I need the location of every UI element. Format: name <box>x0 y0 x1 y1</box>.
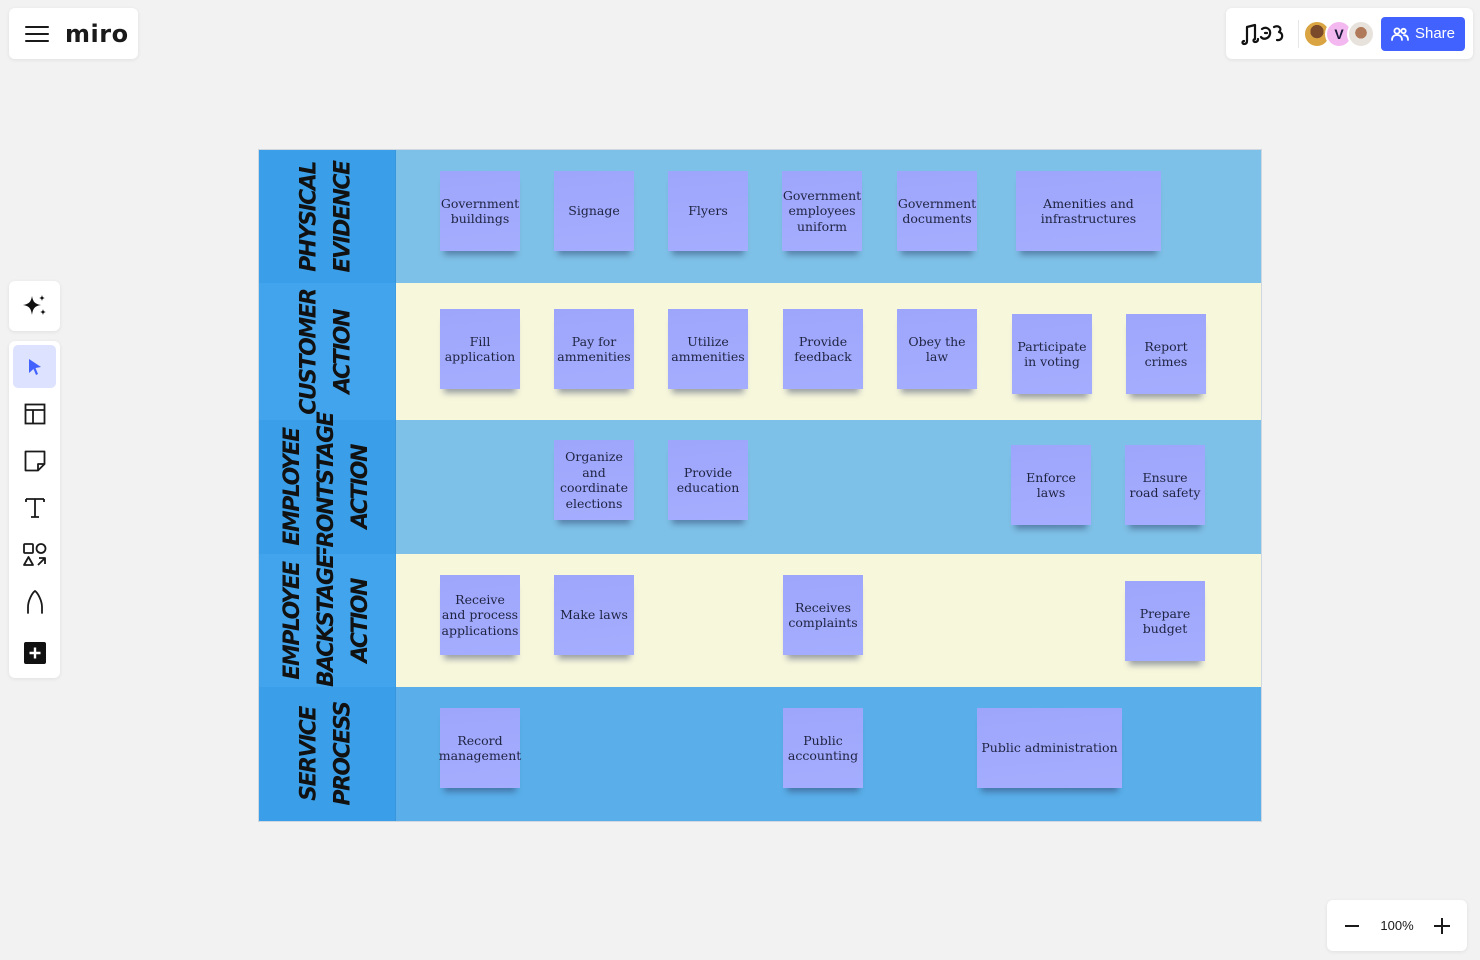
lane-title: EMPLOYEE BACKSTAGE ACTION <box>279 554 373 687</box>
lane-title: EMPLOYEE FRONTSTAGE ACTION <box>280 412 374 562</box>
sticky-note[interactable]: Amenities and infrastructures <box>1016 171 1161 251</box>
lane-body: Receive and process applications Make la… <box>396 554 1261 687</box>
lane-body: Government buildings Signage Flyers Gove… <box>396 150 1261 283</box>
ai-assist-button[interactable] <box>9 281 60 331</box>
sticky-note[interactable]: Utilize ammenities <box>668 309 748 389</box>
lane-employee-frontstage-action: EMPLOYEE FRONTSTAGE ACTION Organize and … <box>259 413 1261 561</box>
sticky-note[interactable]: Signage <box>554 171 634 251</box>
sparkle-icon <box>22 295 46 315</box>
more-tools-button[interactable] <box>13 631 56 674</box>
reactions-icon <box>1241 23 1284 45</box>
lane-customer-action: CUSTOMER ACTION Fill application Pay for… <box>259 283 1261 420</box>
select-tool[interactable] <box>13 345 56 388</box>
reactions-button[interactable] <box>1238 16 1290 52</box>
creation-toolbar <box>9 341 60 678</box>
share-button[interactable]: Share <box>1381 16 1465 51</box>
sticky-note-tool[interactable] <box>13 439 56 482</box>
collaborator-avatars[interactable]: V <box>1303 19 1375 48</box>
zoom-out-button[interactable] <box>1339 913 1365 939</box>
sticky-note[interactable]: Pay for ammenities <box>554 309 634 389</box>
frames-tool[interactable] <box>13 392 56 435</box>
lane-header: CUSTOMER ACTION <box>259 283 396 420</box>
plus-icon <box>1434 917 1450 934</box>
sticky-note[interactable]: Fill application <box>440 309 520 389</box>
zoom-level[interactable]: 100% <box>1380 918 1413 933</box>
lane-header: EMPLOYEE BACKSTAGE ACTION <box>259 554 396 687</box>
avatar[interactable] <box>1347 19 1375 48</box>
sticky-note[interactable]: Obey the law <box>897 309 977 389</box>
lane-header: PHYSICAL EVIDENCE <box>259 150 396 283</box>
sticky-note[interactable]: Public administration <box>977 708 1122 788</box>
sticky-note-icon <box>24 450 45 471</box>
frame-template-icon <box>24 403 45 424</box>
shapes-tool[interactable] <box>13 533 56 576</box>
miro-logo[interactable]: miro <box>65 20 129 48</box>
app-bar: miro <box>9 8 138 59</box>
sticky-note[interactable]: Provide education <box>668 440 748 520</box>
cursor-icon <box>28 358 41 375</box>
main-menu-button[interactable] <box>25 24 49 44</box>
hamburger-icon-line <box>25 32 49 35</box>
lane-service-process: SERVICE PROCESS Record management Public… <box>259 687 1261 821</box>
lane-title: PHYSICAL EVIDENCE <box>297 160 356 273</box>
lane-header: SERVICE PROCESS <box>259 687 396 821</box>
sticky-note[interactable]: Government employees uniform <box>782 171 862 251</box>
hamburger-icon-line <box>25 39 49 42</box>
collaboration-bar: V Share <box>1226 8 1473 59</box>
lane-physical-evidence: PHYSICAL EVIDENCE Government buildings S… <box>259 150 1261 283</box>
sticky-note[interactable]: Participate in voting <box>1012 314 1092 394</box>
text-icon <box>24 497 45 518</box>
toolbar-divider <box>1298 19 1299 48</box>
sticky-note[interactable]: Receives complaints <box>783 575 863 655</box>
sticky-note[interactable]: Ensure road safety <box>1125 445 1205 525</box>
pen-tool[interactable] <box>13 580 56 623</box>
shapes-icon <box>22 542 46 566</box>
pen-icon <box>26 589 43 614</box>
sticky-note[interactable]: Record management <box>439 708 521 788</box>
zoom-control: 100% <box>1327 900 1467 951</box>
sticky-note[interactable]: Make laws <box>554 575 634 655</box>
lane-body: Fill application Pay for ammenities Util… <box>396 283 1261 420</box>
lane-title: SERVICE PROCESS <box>296 702 356 806</box>
lane-header: EMPLOYEE FRONTSTAGE ACTION <box>259 413 396 561</box>
sticky-note[interactable]: Flyers <box>668 171 748 251</box>
text-tool[interactable] <box>13 486 56 529</box>
lane-employee-backstage-action: EMPLOYEE BACKSTAGE ACTION Receive and pr… <box>259 554 1261 687</box>
zoom-in-button[interactable] <box>1429 913 1455 939</box>
lane-body: Record management Public accounting Publ… <box>396 687 1261 821</box>
plus-square-icon <box>23 641 46 664</box>
sticky-note[interactable]: Provide feedback <box>783 309 863 389</box>
sticky-note[interactable]: Prepare budget <box>1125 581 1205 661</box>
sticky-note[interactable]: Organize and coordinate elections <box>554 440 634 520</box>
sticky-note[interactable]: Enforce laws <box>1011 445 1091 525</box>
hamburger-icon-line <box>25 25 49 28</box>
service-blueprint-board: PHYSICAL EVIDENCE Government buildings S… <box>258 149 1262 822</box>
minus-icon <box>1345 924 1359 927</box>
sticky-note[interactable]: Receive and process applications <box>440 575 520 655</box>
lane-title: CUSTOMER ACTION <box>297 288 356 415</box>
share-label: Share <box>1414 25 1456 42</box>
sticky-note[interactable]: Government documents <box>897 171 977 251</box>
users-icon <box>1391 27 1409 41</box>
sticky-note[interactable]: Public accounting <box>783 708 863 788</box>
lane-body: Organize and coordinate elections Provid… <box>396 420 1261 554</box>
sticky-note[interactable]: Government buildings <box>440 171 520 251</box>
sticky-note[interactable]: Report crimes <box>1126 314 1206 394</box>
